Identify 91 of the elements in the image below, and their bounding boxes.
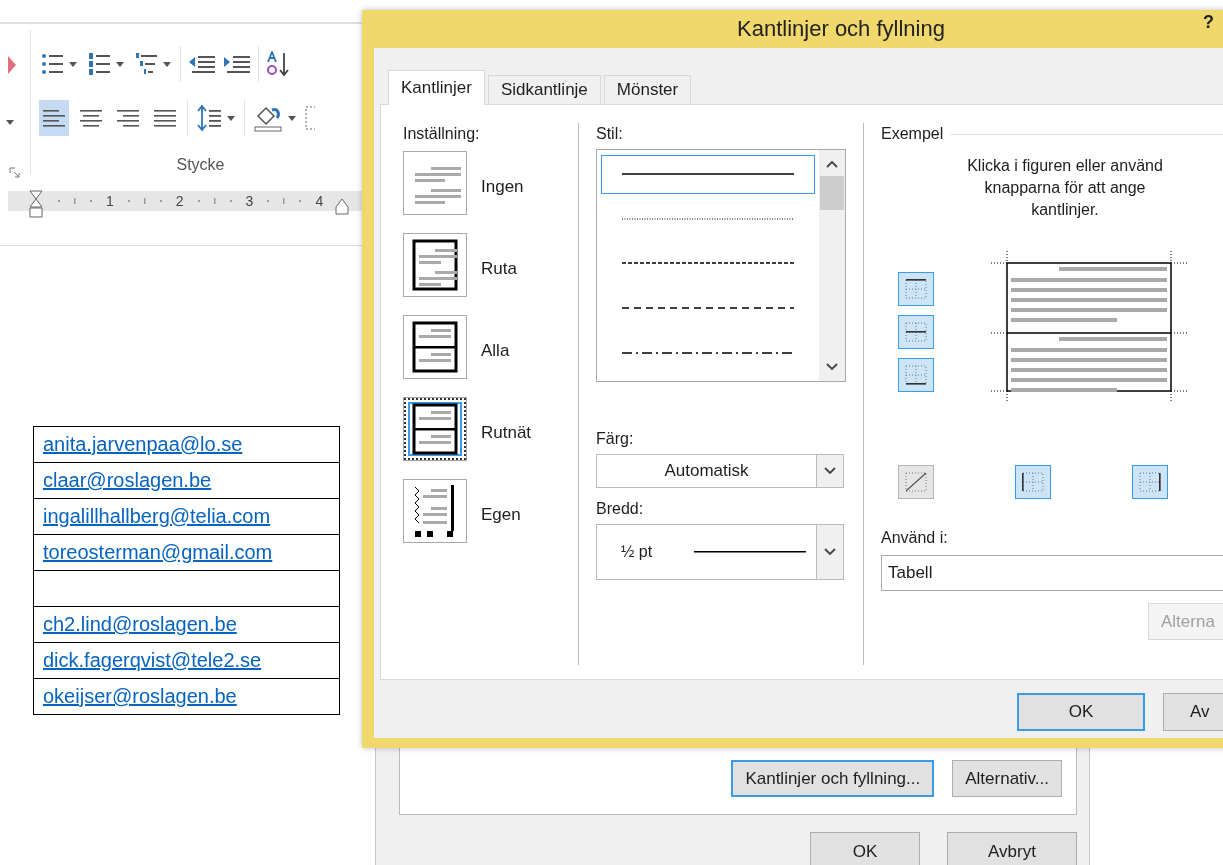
window-title: Kantlinjer och fyllning bbox=[737, 16, 945, 42]
border-icon bbox=[1138, 471, 1162, 493]
multilevel-list-icon bbox=[135, 52, 159, 76]
caret-icon[interactable] bbox=[6, 120, 14, 125]
dialog-button[interactable]: Avbryt bbox=[947, 832, 1077, 865]
dialog-button[interactable]: OK bbox=[1017, 693, 1145, 731]
numbered-list-icon bbox=[88, 52, 112, 76]
setting-label: Rutnät bbox=[481, 423, 532, 443]
bullets-icon bbox=[41, 52, 65, 76]
email-link[interactable]: okeijser@roslagen.be bbox=[43, 685, 237, 707]
chevron-down-icon bbox=[826, 363, 838, 371]
border-button[interactable] bbox=[1015, 465, 1051, 499]
color-dropdown[interactable]: Automatisk bbox=[596, 454, 844, 488]
dialog-button[interactable]: OK bbox=[810, 832, 920, 865]
setting-option[interactable] bbox=[403, 233, 467, 297]
setting-label: Ruta bbox=[481, 259, 517, 279]
section-label: Inställning: bbox=[403, 125, 480, 143]
tick-marks bbox=[55, 197, 95, 205]
setting-option[interactable] bbox=[403, 397, 467, 461]
email-link[interactable]: anita.jarvenpaa@lo.se bbox=[43, 433, 243, 455]
border-button[interactable] bbox=[1132, 465, 1168, 499]
border-icon bbox=[904, 471, 928, 493]
tab[interactable]: Mönster bbox=[603, 75, 692, 104]
email-link[interactable]: ch2.lind@roslagen.be bbox=[43, 613, 237, 635]
group-label: Stycke bbox=[176, 156, 225, 174]
border-icon bbox=[904, 364, 928, 386]
ruler-number: 4 bbox=[315, 193, 324, 209]
border-button[interactable] bbox=[898, 358, 934, 392]
apply-to-dropdown[interactable]: Tabell bbox=[881, 555, 1223, 591]
border-button[interactable] bbox=[898, 315, 934, 349]
text-align-icon bbox=[42, 109, 66, 127]
hint-text: Klicka i figuren eller använd knapparna för att ange kantlinjer. bbox=[966, 156, 1164, 220]
caret-icon bbox=[116, 61, 124, 67]
email-link[interactable]: dick.fagerqvist@tele2.se bbox=[43, 649, 262, 671]
increase-indent-icon[interactable] bbox=[223, 54, 251, 74]
chevron-down-icon bbox=[824, 548, 836, 556]
width-dropdown[interactable]: ½ pt bbox=[596, 524, 844, 580]
setting-option[interactable] bbox=[403, 315, 467, 379]
dialog-button[interactable]: Kantlinjer och fyllning... bbox=[731, 760, 935, 797]
tab[interactable]: Sidkantlinje bbox=[487, 75, 601, 104]
ruler-number: 3 bbox=[245, 193, 254, 209]
scroll-thumb[interactable] bbox=[820, 176, 844, 210]
setting-option[interactable] bbox=[403, 479, 467, 543]
caret-icon bbox=[69, 61, 77, 67]
decrease-indent-icon[interactable] bbox=[188, 54, 216, 74]
text-align-icon bbox=[153, 109, 177, 127]
email-link[interactable]: claar@roslagen.be bbox=[43, 469, 212, 491]
chevron-down-icon bbox=[824, 467, 836, 475]
email-link[interactable]: toreosterman@gmail.com bbox=[43, 541, 273, 563]
numbering-button[interactable] bbox=[86, 50, 126, 78]
field-label: Använd i: bbox=[881, 529, 948, 547]
ruler-number: 2 bbox=[175, 193, 184, 209]
line-sample-icon bbox=[622, 350, 794, 355]
arrow-icon[interactable] bbox=[8, 56, 16, 74]
dialog-launcher-icon[interactable] bbox=[9, 167, 20, 178]
field-label: Bredd: bbox=[596, 500, 644, 518]
setting-label: Alla bbox=[481, 341, 510, 361]
line-style-option[interactable] bbox=[601, 155, 815, 194]
field-label: Färg: bbox=[596, 430, 634, 448]
scrollbar[interactable] bbox=[819, 150, 845, 381]
text-align-icon bbox=[79, 109, 103, 127]
line-sample-icon bbox=[622, 172, 794, 177]
border-icon bbox=[1021, 471, 1045, 493]
caret-icon bbox=[288, 115, 296, 121]
indent-marker-icon[interactable] bbox=[28, 190, 44, 220]
text-align-icon bbox=[116, 109, 140, 127]
line-sample-icon bbox=[622, 216, 794, 221]
caret-icon bbox=[227, 115, 235, 121]
section-label: Exempel bbox=[881, 125, 944, 143]
border-button[interactable] bbox=[898, 465, 934, 499]
setting-label: Ingen bbox=[481, 177, 524, 197]
line-sample-icon bbox=[622, 306, 794, 311]
email-link[interactable]: ingalillhallberg@telia.com bbox=[43, 505, 271, 527]
line-spacing-button[interactable] bbox=[195, 103, 237, 133]
line-sample-icon bbox=[622, 261, 794, 266]
help-button[interactable]: ? bbox=[1203, 12, 1214, 33]
chevron-up-icon bbox=[826, 160, 838, 168]
tab[interactable]: Kantlinjer bbox=[388, 70, 485, 105]
dialog-button[interactable]: Av bbox=[1163, 693, 1223, 731]
sort-icon[interactable] bbox=[266, 51, 292, 77]
border-icon bbox=[904, 278, 928, 300]
setting-label: Egen bbox=[481, 505, 521, 525]
ruler-number: 1 bbox=[106, 193, 114, 209]
line-spacing-icon bbox=[197, 105, 223, 131]
caret-icon bbox=[163, 61, 171, 67]
paint-bucket-icon bbox=[254, 104, 284, 132]
dialog-button[interactable]: Alternativ... bbox=[952, 760, 1062, 797]
field-label: Stil: bbox=[596, 125, 623, 143]
align-button[interactable] bbox=[39, 100, 69, 136]
border-icon bbox=[904, 321, 928, 343]
border-button[interactable] bbox=[898, 272, 934, 306]
